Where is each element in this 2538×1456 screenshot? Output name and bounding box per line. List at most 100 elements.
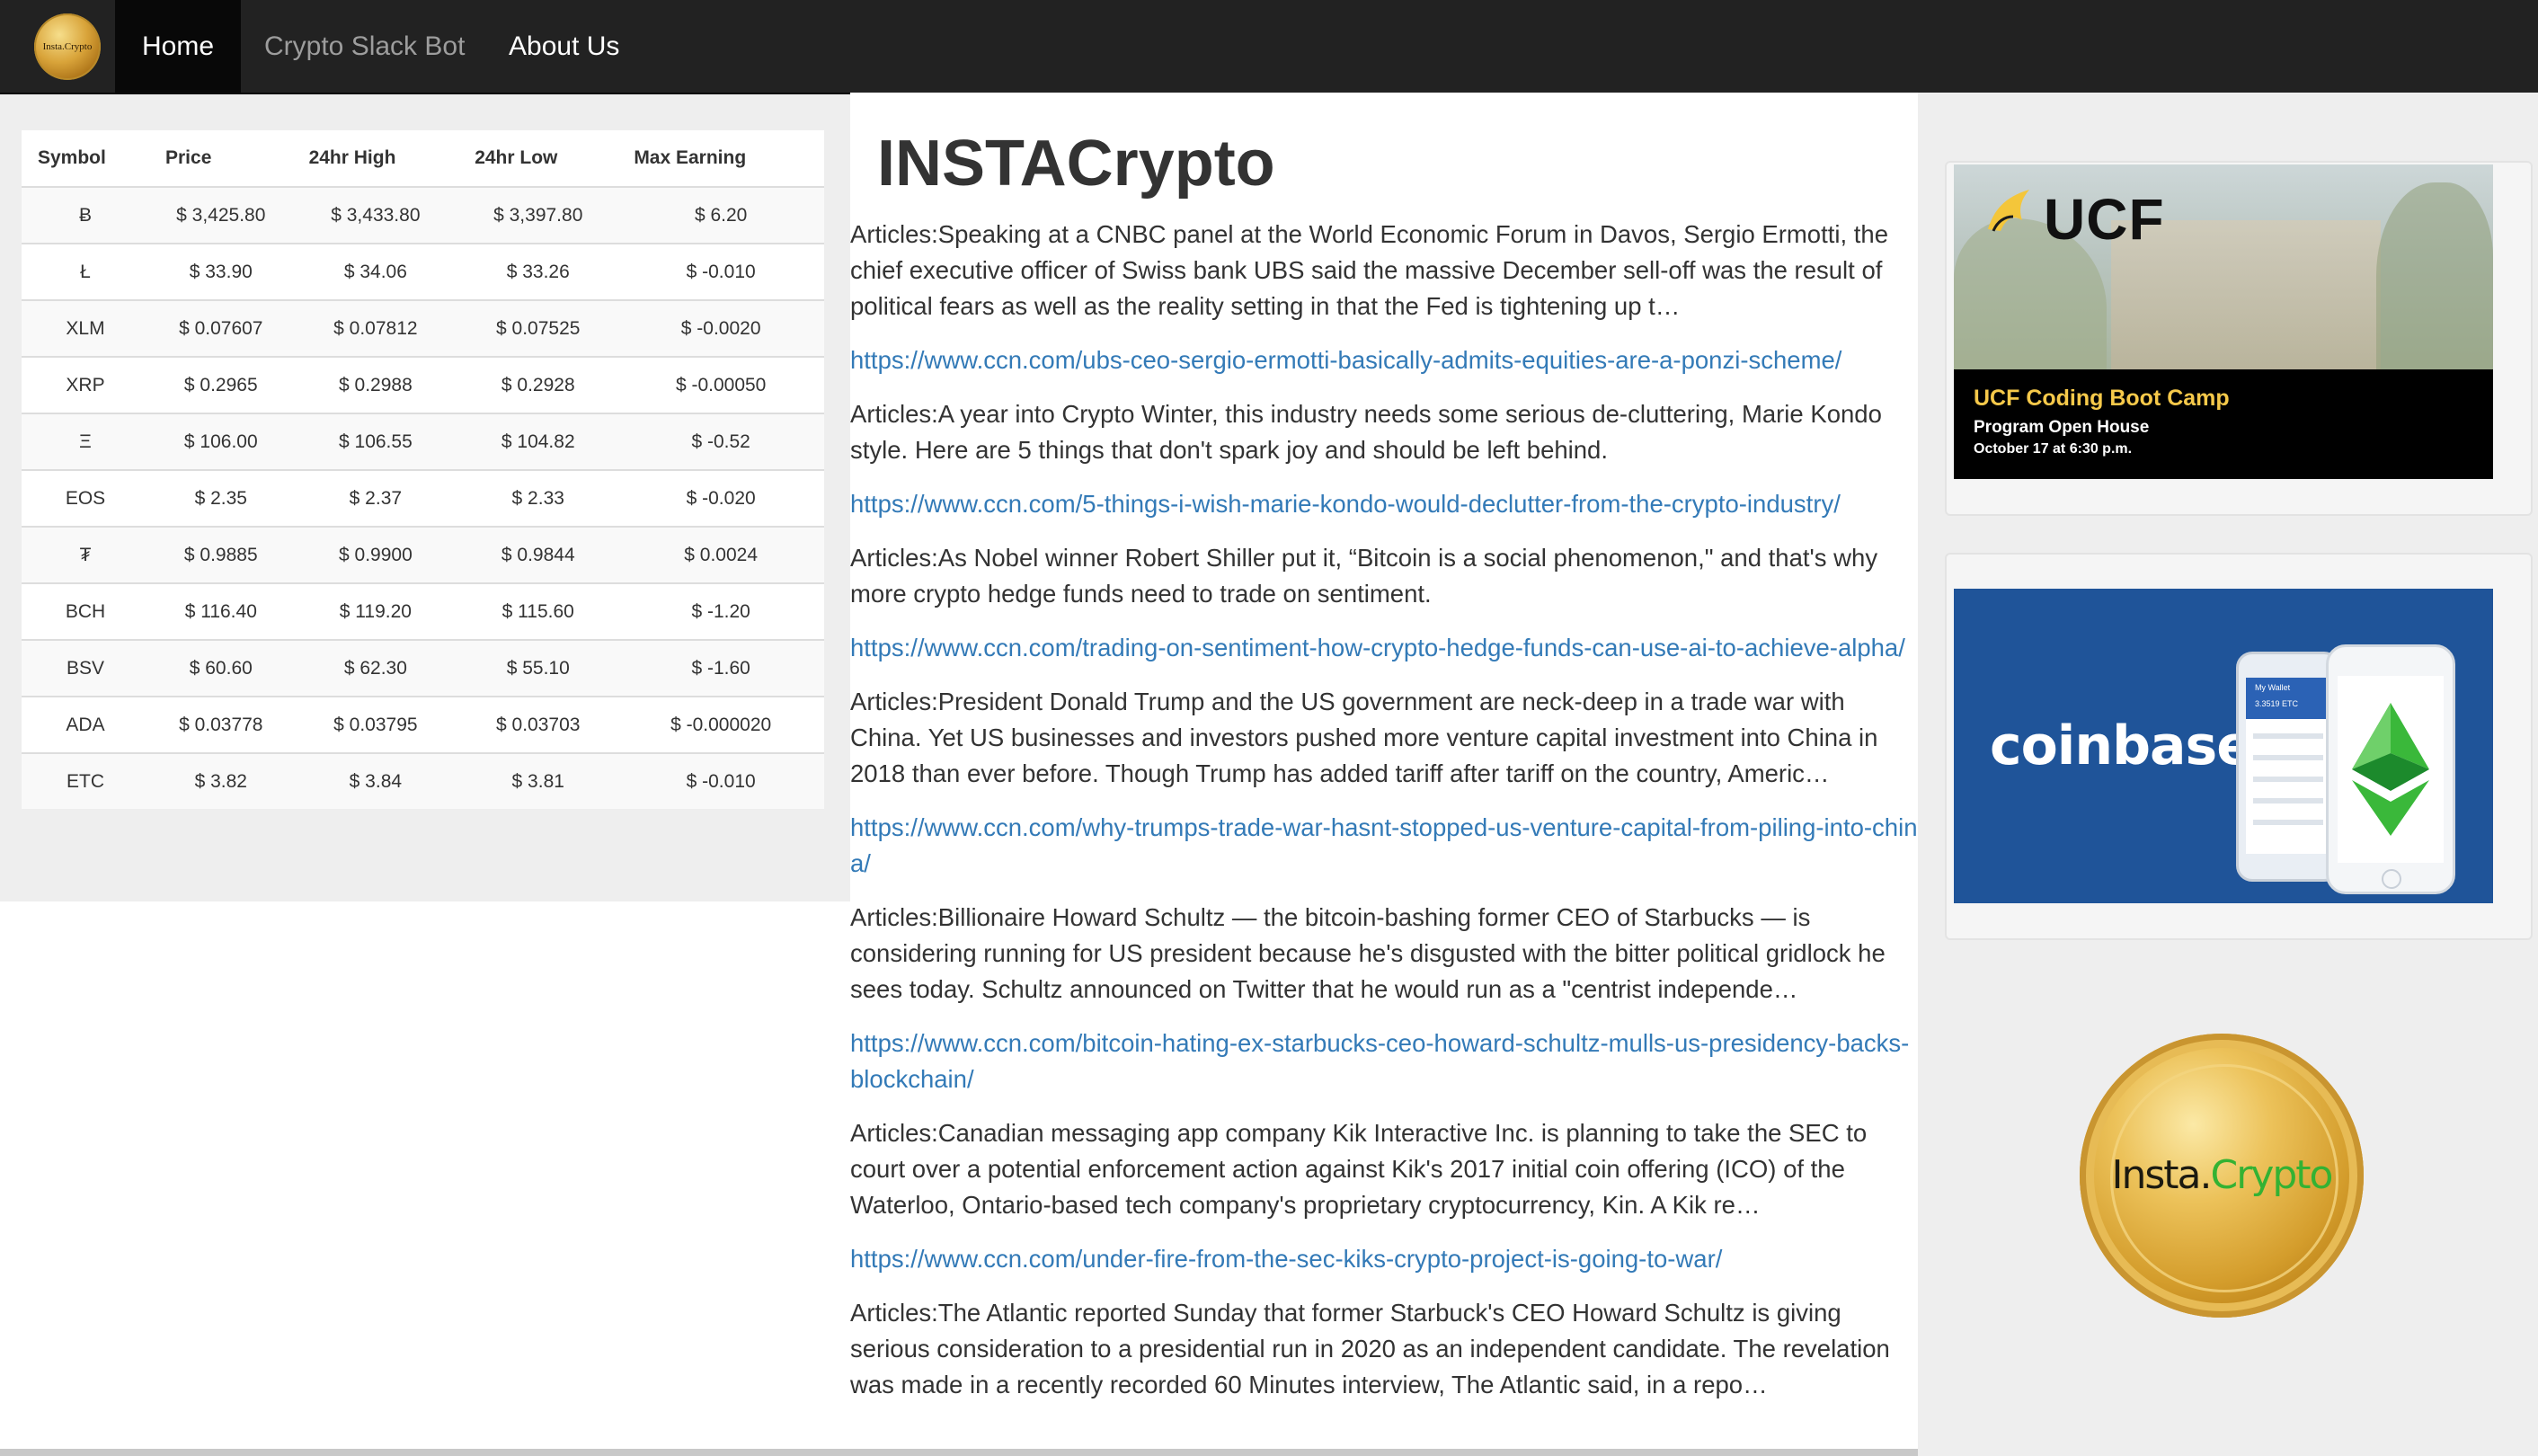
insta-crypto-logo[interactable]: Insta.Crypto	[34, 13, 101, 80]
coinbase-ad-banner[interactable]: coinbase My Wallet 3.3519 ETC	[1954, 589, 2493, 903]
article-link[interactable]: https://www.ccn.com/5-things-i-wish-mari…	[850, 486, 1918, 522]
article-summary: Articles:As Nobel winner Robert Shiller …	[850, 544, 1878, 608]
price-panel: Symbol Price 24hr High 24hr Low Max Earn…	[0, 94, 850, 901]
phone-row	[2253, 820, 2323, 825]
page-title: INSTACrypto	[877, 128, 1275, 200]
article-link[interactable]: https://www.ccn.com/ubs-ceo-sergio-ermot…	[850, 342, 1918, 378]
article-summary: Articles:President Donald Trump and the …	[850, 688, 1878, 787]
table-row: ADA $ 0.03778 $ 0.03795 $ 0.03703 $ -0.00002…	[22, 696, 824, 753]
cell-symbol: ₮	[22, 526, 149, 583]
coinbase-wordmark: coinbase	[1990, 715, 2253, 777]
phone-screen	[2338, 676, 2444, 863]
cell-24hr-low: $ 3.81	[458, 752, 618, 809]
cell-24hr-high: $ 62.30	[292, 639, 459, 697]
phone-row	[2253, 755, 2323, 760]
nav-about-us[interactable]: About Us	[482, 0, 646, 93]
cell-24hr-high: $ 34.06	[292, 243, 459, 300]
header-24hr-low: 24hr Low	[458, 130, 618, 188]
cell-24hr-low: $ 0.03703	[458, 696, 618, 753]
cell-24hr-high: $ 2.37	[292, 469, 459, 527]
cell-symbol: BSV	[22, 639, 149, 697]
article-summary: Articles:The Atlantic reported Sunday th…	[850, 1299, 1890, 1398]
horizontal-scrollbar[interactable]	[0, 1449, 1918, 1456]
cell-price: $ 0.9885	[149, 526, 293, 583]
table-row: BCH $ 116.40 $ 119.20 $ 115.60 $ -1.20	[22, 582, 824, 640]
cell-24hr-low: $ 0.07525	[458, 299, 618, 357]
table-row: ₮ $ 0.9885 $ 0.9900 $ 0.9844 $ 0.0024	[22, 526, 824, 583]
nav-home[interactable]: Home	[115, 0, 242, 93]
article-link[interactable]: https://www.ccn.com/why-trumps-trade-war…	[850, 810, 1918, 882]
header-24hr-high: 24hr High	[292, 130, 459, 188]
phone-row	[2253, 777, 2323, 782]
coin-logo-part1: Insta.	[2111, 1152, 2213, 1198]
coin-logo-part2: Crypto	[2210, 1152, 2334, 1198]
table-body: Ƀ $ 3,425.80 $ 3,433.80 $ 3,397.80 $ 6.20 Ł $ …	[22, 186, 824, 809]
table-row: Ƀ $ 3,425.80 $ 3,433.80 $ 3,397.80 $ 6.20	[22, 186, 824, 244]
ucf-ad-banner[interactable]: UCF UCF Coding Boot Camp Program Open Ho…	[1954, 164, 2493, 479]
header-price: Price	[149, 130, 293, 188]
cell-24hr-low: $ 0.9844	[458, 526, 618, 583]
cell-price: $ 60.60	[149, 639, 293, 697]
article-summary: Articles:Billionaire Howard Schultz — th…	[850, 903, 1886, 1003]
ethereum-classic-icon	[2352, 703, 2429, 836]
logo-text: Insta.Crypto	[42, 41, 93, 52]
phone-row	[2253, 733, 2323, 739]
phone-wallet-label: My Wallet	[2255, 683, 2291, 692]
cell-24hr-low: $ 2.33	[458, 469, 618, 527]
cell-24hr-low: $ 3,397.80	[458, 186, 618, 244]
cell-symbol: XLM	[22, 299, 149, 357]
cell-symbol: ETC	[22, 752, 149, 809]
phone-balance: 3.3519 ETC	[2255, 699, 2299, 708]
phone-screen: My Wallet 3.3519 ETC	[2246, 678, 2330, 854]
cell-24hr-high: $ 0.07812	[292, 299, 459, 357]
cell-24hr-high: $ 119.20	[292, 582, 459, 640]
article-summary: Articles:A year into Crypto Winter, this…	[850, 400, 1882, 464]
article-link[interactable]: https://www.ccn.com/under-fire-from-the-…	[850, 1241, 1918, 1277]
cell-price: $ 0.07607	[149, 299, 293, 357]
cell-24hr-low: $ 0.2928	[458, 356, 618, 413]
ucf-ad-line1: Program Open House	[1974, 418, 2150, 437]
ucf-ad-heading: UCF Coding Boot Camp	[1974, 386, 2230, 411]
cell-price: $ 116.40	[149, 582, 293, 640]
cell-max-earning: $ -0.010	[617, 752, 824, 809]
sidebar: UCF UCF Coding Boot Camp Program Open Ho…	[1918, 93, 2538, 1456]
ucf-ad-caption: UCF Coding Boot Camp Program Open House …	[1954, 369, 2493, 479]
cell-max-earning: $ -0.010	[617, 243, 824, 300]
cell-price: $ 3,425.80	[149, 186, 293, 244]
table-row: XLM $ 0.07607 $ 0.07812 $ 0.07525 $ -0.0020	[22, 299, 824, 357]
phone-header: My Wallet 3.3519 ETC	[2246, 678, 2330, 719]
article-list: Articles:Speaking at a CNBC panel at the…	[850, 217, 1918, 1403]
cell-24hr-high: $ 0.2988	[292, 356, 459, 413]
cell-price: $ 0.03778	[149, 696, 293, 753]
insta-crypto-coin-logo: Insta.Crypto	[2080, 1034, 2364, 1318]
cell-symbol: XRP	[22, 356, 149, 413]
table-row: ETC $ 3.82 $ 3.84 $ 3.81 $ -0.010	[22, 752, 824, 809]
table-row: Ξ $ 106.00 $ 106.55 $ 104.82 $ -0.52	[22, 413, 824, 470]
phone-row	[2253, 798, 2323, 803]
cell-symbol: BCH	[22, 582, 149, 640]
header-symbol: Symbol	[22, 130, 149, 188]
cell-price: $ 0.2965	[149, 356, 293, 413]
cell-symbol: Ξ	[22, 413, 149, 470]
cell-max-earning: $ -1.20	[617, 582, 824, 640]
table-row: Ł $ 33.90 $ 34.06 $ 33.26 $ -0.010	[22, 243, 824, 300]
table-row: EOS $ 2.35 $ 2.37 $ 2.33 $ -0.020	[22, 469, 824, 527]
cell-symbol: Ƀ	[22, 186, 149, 244]
cell-price: $ 106.00	[149, 413, 293, 470]
article-link[interactable]: https://www.ccn.com/bitcoin-hating-ex-st…	[850, 1025, 1918, 1097]
article-link[interactable]: https://www.ccn.com/trading-on-sentiment…	[850, 630, 1918, 666]
article-summary: Articles:Canadian messaging app company …	[850, 1119, 1868, 1219]
main-content: INSTACrypto Articles:Speaking at a CNBC …	[850, 93, 1918, 1456]
cell-max-earning: $ -0.52	[617, 413, 824, 470]
cell-24hr-high: $ 3,433.80	[292, 186, 459, 244]
cell-24hr-high: $ 106.55	[292, 413, 459, 470]
cell-24hr-high: $ 3.84	[292, 752, 459, 809]
price-table: Symbol Price 24hr High 24hr Low Max Earn…	[22, 130, 824, 809]
cell-symbol: ADA	[22, 696, 149, 753]
cell-max-earning: $ -0.020	[617, 469, 824, 527]
cell-max-earning: $ -0.0020	[617, 299, 824, 357]
cell-symbol: EOS	[22, 469, 149, 527]
cell-max-earning: $ -1.60	[617, 639, 824, 697]
nav-crypto-slack-bot[interactable]: Crypto Slack Bot	[237, 0, 492, 93]
cell-max-earning: $ 0.0024	[617, 526, 824, 583]
